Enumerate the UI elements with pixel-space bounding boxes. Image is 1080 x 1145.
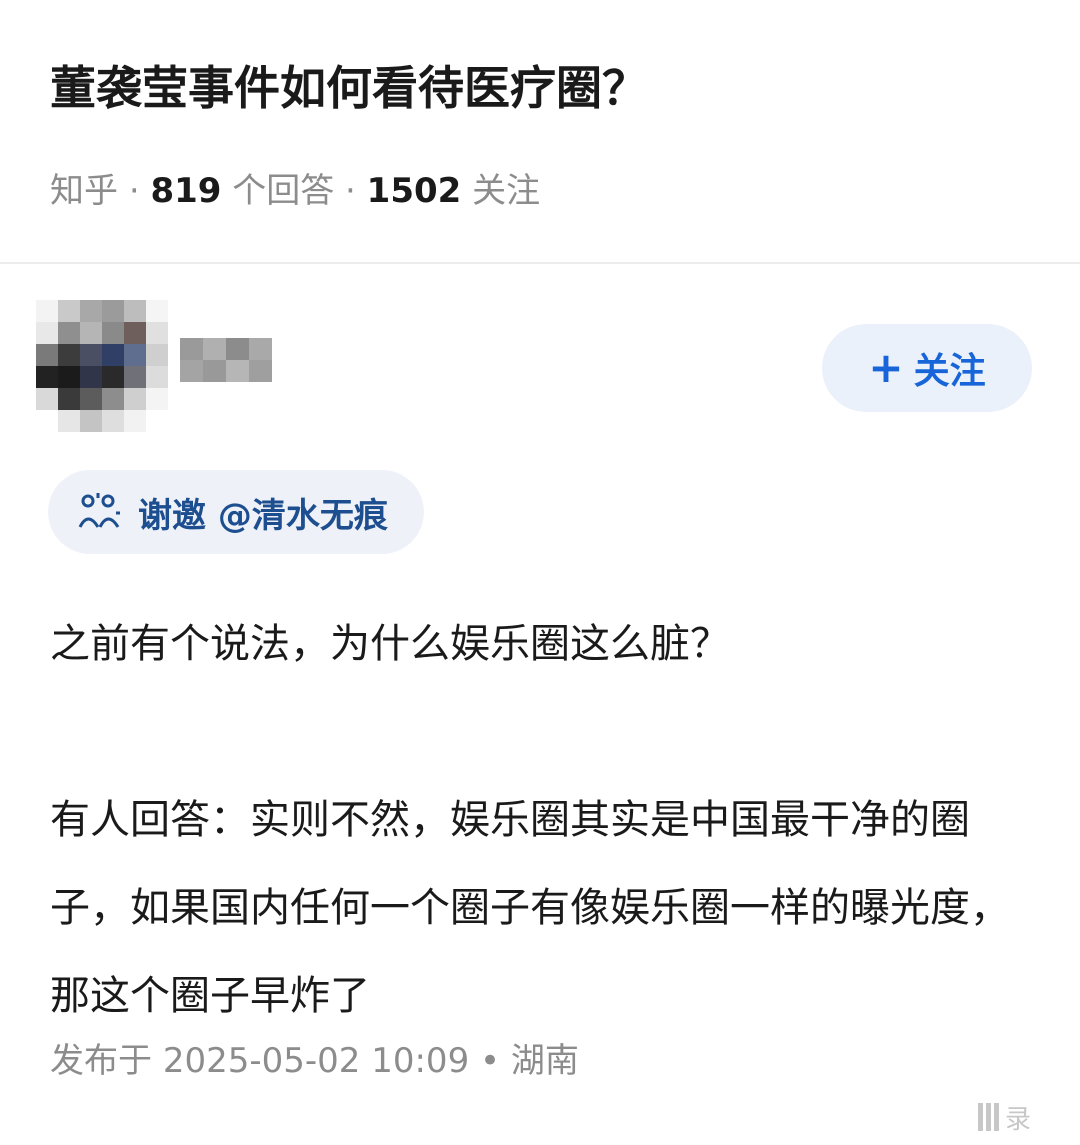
question-source: 知乎 (50, 171, 118, 211)
name-pixel (203, 360, 226, 382)
avatar-pixel (80, 344, 102, 366)
name-pixel (226, 360, 249, 382)
avatar-pixel (146, 410, 168, 432)
meta-separator: · (128, 171, 140, 211)
avatar-pixel (124, 300, 146, 322)
avatar-pixel (58, 388, 80, 410)
follower-count: 1502 (366, 171, 462, 211)
avatar-pixel (58, 366, 80, 388)
avatar-pixel (36, 322, 58, 344)
avatar-pixel (102, 322, 124, 344)
name-pixel (180, 338, 203, 360)
author-name-pixelated[interactable] (180, 338, 272, 382)
publish-datetime: 2025-05-02 10:09 (162, 1041, 470, 1081)
avatar-pixel (58, 344, 80, 366)
answer-paragraph: 有人回答：实则不然，娱乐圈其实是中国最干净的圈子，如果国内任何一个圈子有像娱乐圈… (50, 797, 1010, 1019)
publish-dot: • (480, 1041, 501, 1081)
avatar-pixel (36, 300, 58, 322)
avatar-pixel (102, 388, 124, 410)
answer-paragraph: 之前有个说法，为什么娱乐圈这么脏？ (50, 621, 730, 667)
avatar-pixel (124, 322, 146, 344)
avatar-pixel (80, 322, 102, 344)
avatar-pixel (102, 344, 124, 366)
avatar-pixel (58, 322, 80, 344)
avatar-pixel (58, 410, 80, 432)
avatar-pixel (146, 300, 168, 322)
publish-info: 发布于 2025-05-02 10:09 • 湖南 (50, 1036, 579, 1086)
avatar-pixel (36, 410, 58, 432)
name-pixel (180, 360, 203, 382)
avatar-pixel (146, 344, 168, 366)
avatar[interactable] (36, 300, 168, 432)
avatar-pixel (80, 300, 102, 322)
watermark-text: 录 (1005, 1104, 1032, 1135)
avatar-pixel (36, 388, 58, 410)
avatar-pixel (58, 300, 80, 322)
author-row: + 关注 (0, 290, 1080, 450)
publish-location: 湖南 (510, 1041, 579, 1081)
name-pixel (226, 338, 249, 360)
avatar-pixel (36, 344, 58, 366)
avatar-pixel (102, 300, 124, 322)
follow-button[interactable]: + 关注 (822, 324, 1032, 412)
question-title[interactable]: 董袭莹事件如何看待医疗圈？ (50, 48, 648, 128)
follow-label: 关注 (913, 351, 986, 392)
plus-icon: + (868, 343, 904, 392)
avatar-pixel (124, 388, 146, 410)
avatar-pixel (102, 366, 124, 388)
avatar-pixel (36, 366, 58, 388)
question-card[interactable]: 董袭莹事件如何看待医疗圈？ 知乎 · 819 个回答 · 1502 关注 (0, 0, 1080, 264)
question-meta: 知乎 · 819 个回答 · 1502 关注 (50, 166, 540, 216)
name-pixel (249, 360, 272, 382)
invite-badge[interactable]: 谢邀 @清水无痕 (48, 470, 424, 554)
avatar-pixel (146, 322, 168, 344)
watermark-icon (978, 1103, 999, 1131)
avatar-pixel (124, 410, 146, 432)
answer-count-unit: 个回答 (232, 171, 335, 211)
invite-icon (78, 493, 120, 528)
publish-prefix: 发布于 (50, 1041, 152, 1081)
meta-separator: · (345, 171, 356, 211)
avatar-pixel (80, 366, 102, 388)
follower-count-unit: 关注 (472, 171, 541, 211)
answer-count: 819 (150, 171, 222, 211)
answer-body[interactable]: 之前有个说法，为什么娱乐圈这么脏？ 有人回答：实则不然，娱乐圈其实是中国最干净的… (50, 600, 1040, 1040)
avatar-pixel (80, 410, 102, 432)
avatar-pixel (146, 388, 168, 410)
avatar-pixel (102, 410, 124, 432)
avatar-pixel (124, 344, 146, 366)
invite-label: 谢邀 @清水无痕 (138, 495, 388, 536)
watermark: 录 (978, 1097, 1078, 1137)
avatar-pixel (146, 366, 168, 388)
name-pixel (203, 338, 226, 360)
avatar-pixel (124, 366, 146, 388)
name-pixel (249, 338, 272, 360)
avatar-pixel (80, 388, 102, 410)
